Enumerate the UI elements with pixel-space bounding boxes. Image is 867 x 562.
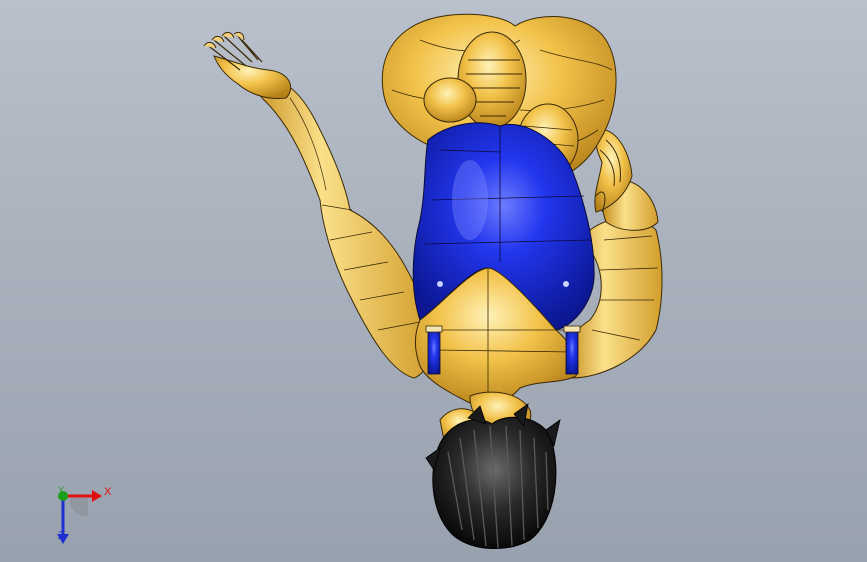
y-axis-label: Y [58,485,65,495]
x-axis-arrow [92,490,102,502]
triad-plane [70,498,88,516]
model-render[interactable] [0,0,867,562]
3d-viewport[interactable] [0,0,867,562]
left-hand [203,31,291,99]
z-axis-label: Z [58,530,65,542]
x-axis-label: X [104,486,112,498]
